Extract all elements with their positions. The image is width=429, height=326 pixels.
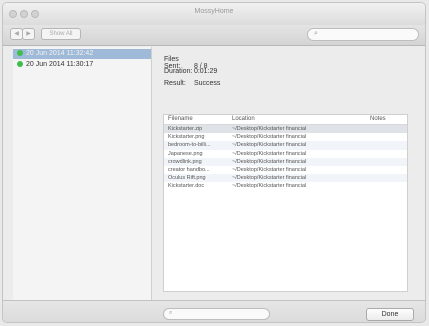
filter-search-input[interactable]: ⌕ [163,308,270,320]
table-row[interactable]: Kickstarter.doc ~/Desktop/Kickstarter fin… [164,182,407,190]
table-row[interactable]: creator handbo... ~/Desktop/Kickstarter f… [164,166,407,174]
result-label: Result: [164,80,186,87]
duration-label: Duration: [164,68,193,75]
forward-button[interactable]: ▶ [22,28,35,40]
app-window: MossyHome ◀ ▶ Show All ⌕ 20 Jun 2014 11:… [2,2,426,323]
location-cell: ~/Desktop/Kickstarter financial [232,166,307,173]
summary-duration: Duration: 0:01:29 [164,68,217,75]
search-input[interactable]: ⌕ [307,28,419,41]
status-dot-icon [17,50,23,56]
toolbar: ◀ ▶ Show All ⌕ [3,25,425,46]
sidebar-item-label: 20 Jun 2014 11:32:42 [26,50,94,57]
location-cell: ~/Desktop/Kickstarter financial [232,150,307,157]
table-row[interactable]: bedroom-to-billi... ~/Desktop/Kickstarter… [164,141,407,150]
sidebar-item-2[interactable]: 20 Jun 2014 11:30:17 [13,60,151,70]
table-row[interactable]: crowdlink.png ~/Desktop/Kickstarter finan… [164,157,407,166]
table-header: Filename Location Notes [164,115,407,125]
status-dot-icon [17,61,23,67]
location-cell: ~/Desktop/Kickstarter financial [232,134,307,141]
table-row[interactable]: Kickstarter.png ~/Desktop/Kickstarter fin… [164,133,407,141]
filename-cell: bedroom-to-billi... [168,142,211,149]
table-row[interactable]: Japanese.png ~/Desktop/Kickstarter financ… [164,150,407,158]
table-body: Kickstarter.zip ~/Desktop/Kickstarter fin… [164,125,407,191]
filename-cell: Japanese.png [168,150,203,157]
filename-cell: Oculus Rift.png [168,175,206,182]
location-cell: ~/Desktop/Kickstarter financial [232,183,307,190]
summary-result: Result: Success [164,80,220,87]
chevron-left-icon: ◀ [14,31,19,37]
show-all-button[interactable]: Show All [41,28,81,40]
bottom-bar: ⌕ Done [3,300,425,322]
search-icon: ⌕ [169,310,173,316]
filename-cell: Kickstarter.doc [168,183,205,190]
filename-cell: Kickstarter.zip [168,126,203,132]
title-bar: MossyHome [3,3,425,25]
sidebar-item-1[interactable]: 20 Jun 2014 11:32:42 [13,49,151,59]
filename-cell: crowdlink.png [168,158,202,165]
chevron-right-icon: ▶ [26,31,31,37]
location-cell: ~/Desktop/Kickstarter financial [232,158,307,165]
sidebar: 20 Jun 2014 11:32:42 20 Jun 2014 11:30:1… [13,47,152,300]
filename-cell: creator handbo... [168,166,210,173]
duration-value: 0:01:29 [193,68,218,75]
done-button[interactable]: Done [366,308,414,321]
table-row[interactable]: Kickstarter.zip ~/Desktop/Kickstarter fin… [164,125,407,134]
location-cell: ~/Desktop/Kickstarter financial [232,142,307,149]
detail-pane: Files Sent: 8 / 8 Duration: 0:01:29 Resu… [152,47,417,300]
column-header-notes[interactable]: Notes [370,115,386,124]
filename-cell: Kickstarter.png [168,134,205,141]
table-row[interactable]: Oculus Rift.png ~/Desktop/Kickstarter fin… [164,174,407,183]
location-cell: ~/Desktop/Kickstarter financial [232,126,307,132]
sidebar-item-label: 20 Jun 2014 11:30:17 [26,61,94,68]
files-table: Filename Location Notes Kickstarter.zip ~… [163,114,408,292]
column-header-filename[interactable]: Filename [168,115,193,124]
location-cell: ~/Desktop/Kickstarter financial [232,175,307,182]
search-icon: ⌕ [314,30,318,37]
result-value: Success [193,80,221,87]
column-header-location[interactable]: Location [232,115,255,124]
window-title: MossyHome [194,8,234,15]
